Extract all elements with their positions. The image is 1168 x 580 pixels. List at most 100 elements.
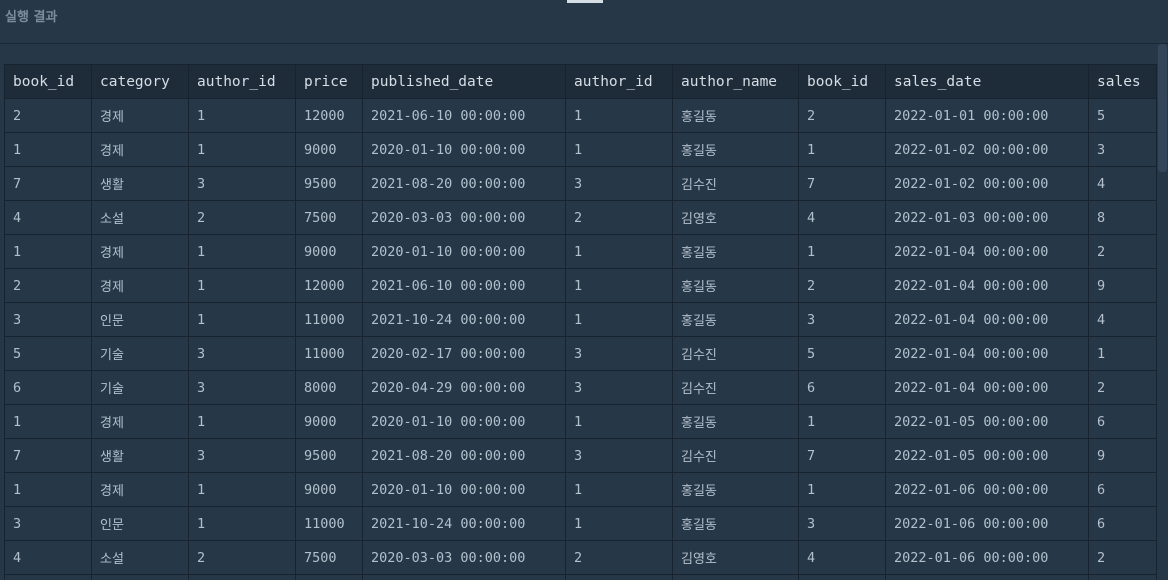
table-cell: 경제 [91,132,189,167]
table-cell: 기술 [91,370,189,405]
table-cell: 3 [188,370,296,405]
table-cell: 9000 [295,404,363,439]
table-row: 7 생활 3 9500 2021-08-20 00:00:00 3 김수진 7 2022-01-… [4,166,1157,201]
table-cell: 5 [1088,98,1157,133]
table-cell: 9500 [295,166,363,201]
table-cell: 2021-10-24 00:00:00 [362,506,566,541]
table-cell: 김수진 [672,336,799,371]
table-cell: 경제 [91,404,189,439]
table-cell [4,574,92,580]
table-row: 3 인문 1 11000 2021-10-24 00:00:00 1 홍길동 3 2022-01… [4,506,1157,541]
table-cell [362,574,566,580]
column-header: sales_date [885,64,1089,99]
table-row: 7 생활 3 9500 2021-08-20 00:00:00 3 김수진 7 2022-01-… [4,438,1157,473]
table-cell: 2022-01-06 00:00:00 [885,506,1089,541]
column-header: price [295,64,363,99]
table-cell: 2022-01-01 00:00:00 [885,98,1089,133]
table-cell: 7 [798,166,886,201]
column-header: author_id [565,64,673,99]
table-cell: 김수진 [672,166,799,201]
table-cell: 2 [4,98,92,133]
table-cell: 1 [565,404,673,439]
vertical-scrollbar[interactable] [1157,44,1168,580]
table-row: 1 경제 1 9000 2020-01-10 00:00:00 1 홍길동 1 2022-01-… [4,472,1157,507]
table-cell: 김수진 [672,438,799,473]
table-cell: 김영호 [672,540,799,575]
table-cell: 2 [798,98,886,133]
table-cell [91,574,189,580]
table-cell: 9500 [295,438,363,473]
table-cell: 7 [4,438,92,473]
table-row: 4 소설 2 7500 2020-03-03 00:00:00 2 김영호 4 2022-01-… [4,540,1157,575]
table-cell: 3 [565,370,673,405]
table-cell: 7500 [295,200,363,235]
table-cell: 1 [188,98,296,133]
table-cell: 2022-01-06 00:00:00 [885,472,1089,507]
table-cell: 6 [1088,404,1157,439]
table-row: 3 인문 1 11000 2021-10-24 00:00:00 1 홍길동 3 2022-01… [4,302,1157,337]
table-cell: 3 [798,302,886,337]
table-cell: 2 [188,200,296,235]
table-row: 2 경제 1 12000 2021-06-10 00:00:00 1 홍길동 2 2022-01… [4,98,1157,133]
table-cell: 홍길동 [672,506,799,541]
table-cell: 1 [188,234,296,269]
table-cell: 2021-08-20 00:00:00 [362,438,566,473]
table-cell: 2022-01-03 00:00:00 [885,200,1089,235]
table-cell: 2022-01-02 00:00:00 [885,166,1089,201]
table-cell: 경제 [91,472,189,507]
result-title: 실행 결과 [5,10,58,25]
table-cell: 3 [4,506,92,541]
table-cell: 2 [1088,540,1157,575]
table-cell: 경제 [91,98,189,133]
table-cell: 1 [188,132,296,167]
table-cell: 김수진 [672,370,799,405]
table-cell: 11000 [295,336,363,371]
table-cell: 4 [4,200,92,235]
column-header: sales [1088,64,1157,99]
table-cell: 홍길동 [672,302,799,337]
table-cell: 소설 [91,540,189,575]
tab-indicator [567,0,603,3]
table-cell: 9000 [295,132,363,167]
table-cell: 2020-01-10 00:00:00 [362,404,566,439]
column-header: author_name [672,64,799,99]
table-cell: 3 [565,438,673,473]
table-cell: 경제 [91,234,189,269]
table-cell: 1 [565,98,673,133]
scrollbar-thumb[interactable] [1158,44,1167,172]
table-cell: 3 [4,302,92,337]
table-cell: 3 [188,336,296,371]
table-row: 2 경제 1 12000 2021-06-10 00:00:00 1 홍길동 2 2022-01… [4,268,1157,303]
table-cell: 생활 [91,438,189,473]
table-cell: 3 [188,438,296,473]
table-cell: 1 [565,302,673,337]
table-cell: 생활 [91,166,189,201]
table-cell: 1 [188,506,296,541]
table-cell: 9 [1088,268,1157,303]
table-cell: 4 [1088,166,1157,201]
table-cell: 6 [1088,472,1157,507]
table-cell: 2022-01-04 00:00:00 [885,234,1089,269]
table-cell: 5 [4,336,92,371]
table-row: 1 경제 1 9000 2020-01-10 00:00:00 1 홍길동 1 2022-01-… [4,132,1157,167]
table-cell: 2022-01-05 00:00:00 [885,404,1089,439]
table-cell [1088,574,1157,580]
column-header: published_date [362,64,566,99]
table-cell: 2022-01-04 00:00:00 [885,268,1089,303]
table-cell: 8 [1088,200,1157,235]
table-cell: 2 [565,540,673,575]
table-cell: 9 [1088,438,1157,473]
table-cell: 2 [1088,370,1157,405]
table-cell: 홍길동 [672,98,799,133]
table-cell: 홍길동 [672,472,799,507]
table-cell: 2022-01-05 00:00:00 [885,438,1089,473]
table-cell: 4 [1088,302,1157,337]
table-cell: 1 [1088,336,1157,371]
table-header-row: book_id category author_id price published_d… [4,64,1157,99]
table-cell: 기술 [91,336,189,371]
table-cell: 1 [4,472,92,507]
table-row: 1 경제 1 9000 2020-01-10 00:00:00 1 홍길동 1 2022-01-… [4,234,1157,269]
table-cell: 2021-10-24 00:00:00 [362,302,566,337]
results-panel[interactable]: book_id category author_id price published_d… [0,44,1168,580]
table-cell: 7 [798,438,886,473]
